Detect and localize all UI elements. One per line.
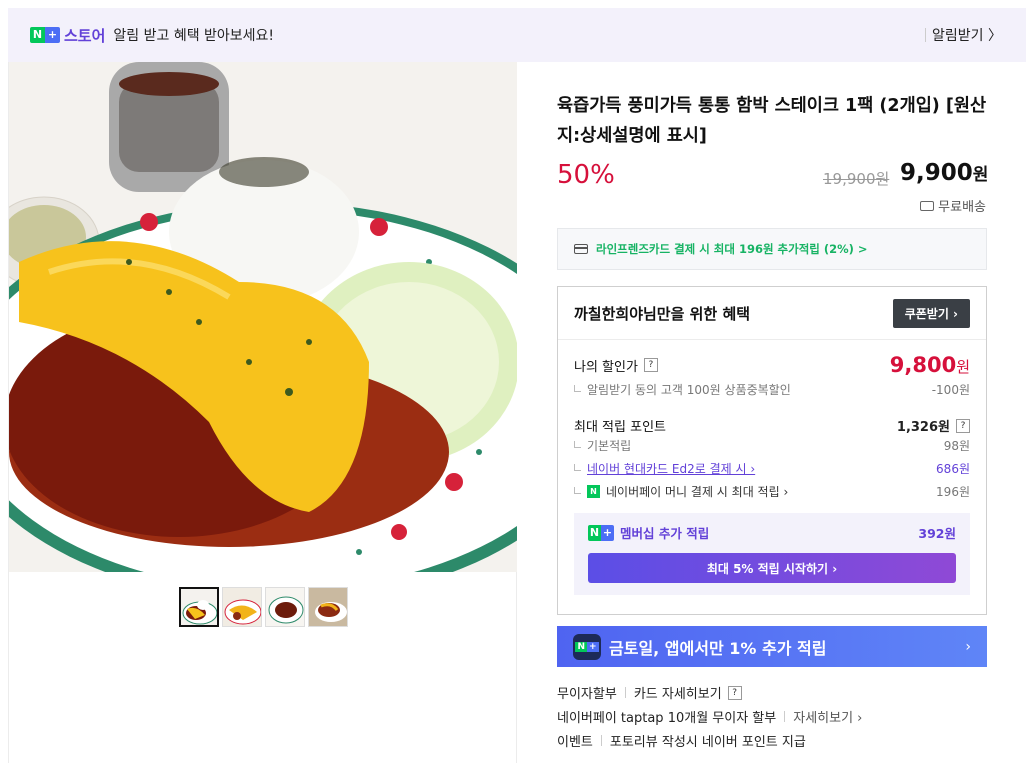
- divider: [784, 711, 786, 722]
- badge-plus: +: [45, 27, 60, 43]
- hyundai-card-row: 네이버 현대카드 Ed2로 결제 시 › 686원: [574, 460, 970, 477]
- badge-n: N: [588, 524, 601, 541]
- discount-rate: 50%: [557, 160, 615, 190]
- product-image-area: [8, 62, 517, 763]
- max-points-label: 최대 적립 포인트: [574, 420, 666, 435]
- help-icon[interactable]: ?: [643, 358, 658, 372]
- truck-icon: [920, 200, 935, 211]
- shipping-label: 무료배송: [938, 200, 986, 215]
- installment-info: 무이자할부 카드 자세히보기 ?: [557, 683, 742, 702]
- max-points-value: 1,326원: [896, 420, 950, 435]
- thumbnail-1[interactable]: [179, 587, 219, 627]
- sale-price-number: 9,900: [900, 160, 973, 186]
- my-price-row: 나의 할인가 ? 9,800원: [574, 353, 970, 377]
- hyundai-card-value: 686원: [936, 462, 970, 476]
- tree-connector: [574, 463, 581, 471]
- alarm-discount-label: 알림받기 동의 고객 100원 상품중복할인: [587, 383, 791, 397]
- divider: [624, 687, 626, 698]
- coupon-button[interactable]: 쿠폰받기 ›: [892, 298, 970, 328]
- naver-plus-app-icon: N +: [573, 633, 601, 660]
- card-detail-link[interactable]: 카드 자세히보기: [634, 683, 722, 702]
- membership-start-button[interactable]: 최대 5% 적립 시작하기 ›: [588, 553, 956, 583]
- badge-n: N: [30, 27, 45, 43]
- tree-connector: [574, 486, 581, 494]
- event-info: 이벤트 포토리뷰 작성시 네이버 포인트 지급: [557, 731, 806, 750]
- installment-label: 무이자할부: [557, 687, 617, 702]
- alarm-discount-value: -100원: [931, 383, 970, 397]
- basic-points-label: 기본적립: [587, 439, 632, 453]
- basic-points-row: 기본적립 98원: [574, 437, 970, 454]
- original-price: 19,900원: [823, 170, 890, 188]
- badge-plus: +: [587, 641, 599, 652]
- store-label: 스토어: [64, 26, 106, 45]
- card-offer-text: 라인프렌즈카드 결제 시 최대 196원 추가적립 (2%) >: [596, 242, 868, 256]
- thumbnail-3[interactable]: [265, 587, 305, 627]
- badge-n: N: [575, 641, 587, 652]
- membership-value: 392원: [918, 526, 956, 541]
- npay-money-row: N 네이버페이 머니 결제 시 최대 적립 › 196원: [574, 483, 970, 500]
- npay-icon: N: [587, 485, 600, 498]
- benefit-header: 까칠한희야님만을 위한 혜택 쿠폰받기 ›: [558, 287, 986, 340]
- npay-money-value: 196원: [936, 485, 970, 499]
- max-points-row: 최대 적립 포인트 1,326원 ?: [574, 416, 970, 435]
- membership-label: 멤버십 추가 적립: [620, 526, 710, 541]
- event-label: 이벤트: [557, 735, 593, 750]
- thumbnail-4[interactable]: [308, 587, 348, 627]
- taptap-text: 네이버페이 taptap 10개월 무이자 할부: [557, 711, 777, 726]
- my-price-number: 9,800: [889, 353, 957, 377]
- thumbnail-strip: [179, 587, 348, 627]
- my-price-label: 나의 할인가: [574, 359, 638, 375]
- thumbnail-2[interactable]: [222, 587, 262, 627]
- npay-money-label[interactable]: 네이버페이 머니 결제 시 최대 적립 ›: [606, 483, 788, 500]
- benefit-panel: 까칠한희야님만을 위한 혜택 쿠폰받기 › 나의 할인가 ? 9,800원 알림…: [557, 286, 987, 615]
- basic-points-value: 98원: [943, 439, 970, 453]
- benefit-title: 까칠한희야님만을 위한 혜택: [574, 304, 751, 323]
- shipping-info: 무료배송: [920, 196, 986, 215]
- my-price-value: 9,800원: [890, 353, 970, 377]
- alarm-subscribe-button[interactable]: 알림받기 〉: [920, 8, 1002, 62]
- hyundai-card-link[interactable]: 네이버 현대카드 Ed2로 결제 시 ›: [587, 460, 755, 477]
- main-product-photo[interactable]: [9, 62, 517, 572]
- badge-plus: +: [601, 524, 614, 541]
- tree-connector: [574, 384, 581, 392]
- banner-message: 알림 받고 혜택 받아보세요!: [113, 28, 275, 44]
- alarm-discount-row: 알림받기 동의 고객 100원 상품중복할인 -100원: [574, 381, 970, 398]
- naver-plus-logo-icon: N +: [30, 27, 60, 43]
- divider: [600, 735, 602, 746]
- tree-connector: [574, 440, 581, 448]
- sale-price: 9,900원: [900, 160, 988, 186]
- naver-plus-membership-icon: N +: [588, 524, 614, 541]
- help-icon[interactable]: ?: [727, 685, 742, 700]
- sale-price-unit: 원: [972, 165, 989, 185]
- help-icon[interactable]: ?: [956, 418, 970, 433]
- weekend-promo-banner[interactable]: N + 금토일, 앱에서만 1% 추가 적립 ›: [557, 626, 987, 667]
- taptap-detail-link[interactable]: 자세히보기 ›: [793, 707, 862, 726]
- card-offer-banner[interactable]: 라인프렌즈카드 결제 시 최대 196원 추가적립 (2%) >: [557, 228, 987, 270]
- event-text: 포토리뷰 작성시 네이버 포인트 지급: [609, 735, 806, 750]
- chevron-right-icon: ›: [965, 638, 971, 655]
- my-price-unit: 원: [956, 358, 970, 376]
- promo-text: 금토일, 앱에서만 1% 추가 적립: [609, 638, 827, 658]
- credit-card-icon: [574, 244, 588, 254]
- membership-box: N + 멤버십 추가 적립 392원 최대 5% 적립 시작하기 ›: [574, 513, 970, 595]
- membership-row: N + 멤버십 추가 적립 392원: [588, 523, 956, 542]
- product-title: 육즙가득 풍미가득 통통 함박 스테이크 1팩 (2개입) [원산지:상세설명에…: [557, 96, 987, 146]
- taptap-info: 네이버페이 taptap 10개월 무이자 할부 자세히보기 ›: [557, 707, 862, 726]
- top-banner: N + 스토어 알림 받고 혜택 받아보세요! 알림받기 〉: [8, 8, 1026, 62]
